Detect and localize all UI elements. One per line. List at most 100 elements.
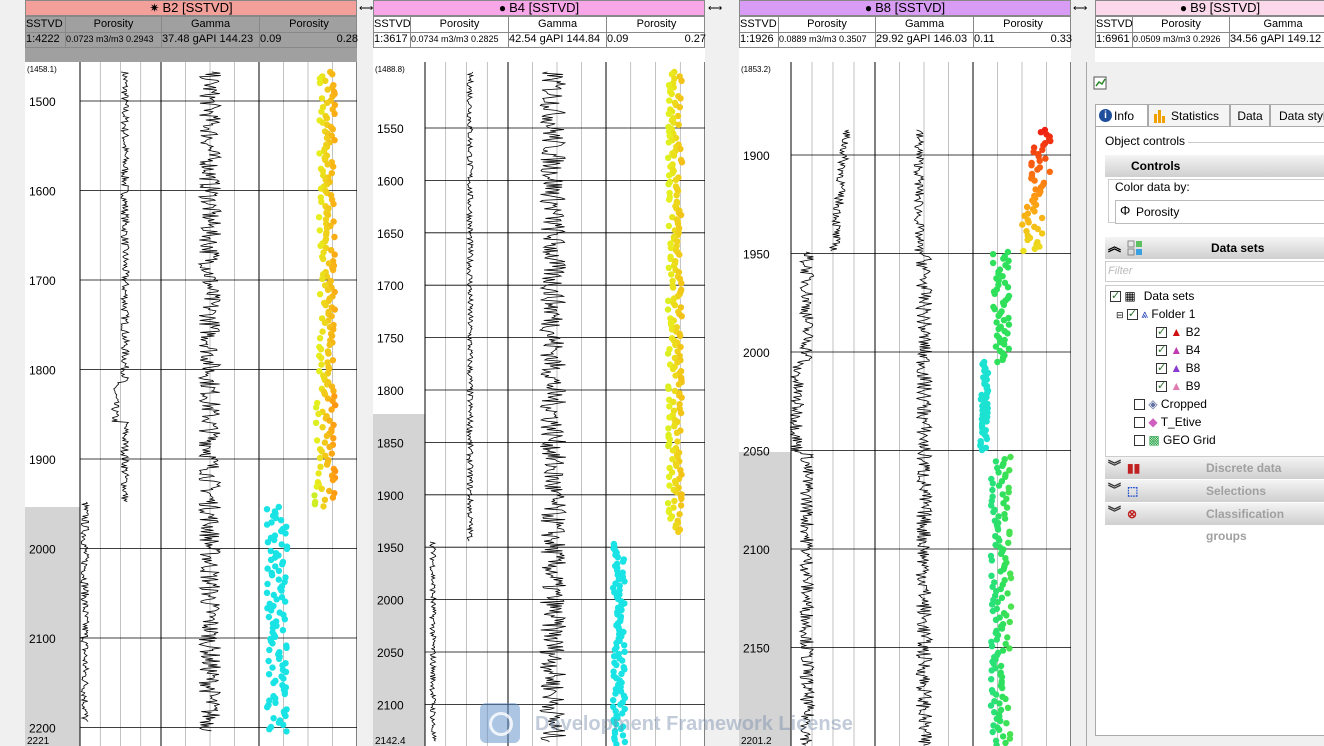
depth-label: 2050: [377, 646, 404, 660]
col-gamma[interactable]: Gamma: [162, 17, 260, 32]
checkbox[interactable]: [1134, 399, 1145, 411]
log-tracks-b2[interactable]: 1500 1600 1700 1800 1900 2000 2100 2200 (1458.1)…: [25, 62, 357, 746]
porosity-point: [315, 410, 322, 418]
col-porosity-cross[interactable]: Porosity: [260, 17, 358, 32]
porosity-point: [329, 126, 336, 133]
panel-pin-icon[interactable]: [1093, 76, 1107, 90]
discrete-data-section-header[interactable]: ︾ ▮▮ Discrete data: [1105, 457, 1324, 479]
expand-down-icon[interactable]: ︾: [1108, 479, 1121, 501]
checkbox[interactable]: [1156, 379, 1167, 393]
well-title-b4[interactable]: ● B4 [SSTVD]: [373, 0, 705, 16]
well-title-b2[interactable]: ✷ B2 [SSTVD]: [25, 0, 357, 16]
filter-input[interactable]: Filter: [1105, 261, 1324, 282]
collapse-up-icon[interactable]: ︽: [1108, 236, 1121, 258]
controls-section-header[interactable]: Controls: [1105, 155, 1324, 177]
tree-root-data-sets[interactable]: ▦ Data sets: [1110, 289, 1194, 303]
checkbox[interactable]: [1156, 343, 1167, 357]
col-gamma[interactable]: Gamma: [1230, 17, 1324, 32]
porosity-point: [324, 161, 331, 168]
col-porosity-cross[interactable]: Porosity: [607, 17, 706, 32]
porosity-point: [677, 409, 685, 417]
log-plot-b8[interactable]: 190019502000205021002150(1853.2)2201.2: [739, 62, 1071, 746]
well-title-b8[interactable]: ● B8 [SSTVD]: [739, 0, 1071, 16]
expand-down-icon[interactable]: ︾: [1108, 456, 1121, 478]
porosity-point: [330, 200, 337, 208]
porosity-point: [278, 587, 285, 594]
tab-data-style[interactable]: Data style: [1270, 104, 1324, 126]
tree-t-etive[interactable]: ◆ T_Etive: [1134, 415, 1201, 429]
checkbox[interactable]: [1134, 417, 1145, 429]
col-porosity[interactable]: Porosity: [779, 17, 876, 32]
tree-well-b2[interactable]: ▲ B2: [1156, 325, 1200, 339]
col-porosity[interactable]: Porosity: [411, 17, 509, 32]
well-connector[interactable]: ⟷: [708, 3, 722, 14]
porosity-point: [1005, 321, 1013, 328]
checkbox[interactable]: [1156, 325, 1167, 339]
porosity-point: [997, 662, 1005, 670]
col-sstvd[interactable]: SSTVD: [374, 17, 411, 32]
checkbox[interactable]: [1126, 307, 1138, 321]
classification-icon: ⊗: [1127, 507, 1138, 521]
tree-well-b9[interactable]: ▲ B9: [1156, 379, 1200, 393]
porosity-point: [678, 159, 686, 166]
porosity-point: [326, 443, 333, 451]
tree-geo-grid[interactable]: ▩ GEO Grid: [1134, 433, 1216, 447]
datasets-section-header[interactable]: ︽ Data sets: [1105, 237, 1324, 259]
porosity-point: [328, 450, 335, 457]
porosity-point: [331, 233, 338, 241]
porosity-point: [1036, 157, 1043, 164]
checkbox[interactable]: [1134, 435, 1145, 447]
porosity-point: [1002, 695, 1009, 703]
porosity-point: [673, 429, 681, 436]
expand-minus-icon[interactable]: ⊟: [1116, 310, 1124, 320]
tree-well-b4[interactable]: ▲ B4: [1156, 343, 1200, 357]
porosity-point: [993, 691, 1000, 698]
col-gamma[interactable]: Gamma: [509, 17, 607, 32]
porosity-point: [1004, 284, 1012, 291]
tree-folder-1[interactable]: ⊟ ⩓ Folder 1: [1116, 307, 1195, 322]
tab-info[interactable]: i Info: [1095, 104, 1148, 126]
well-connector[interactable]: ⟷: [359, 3, 373, 14]
well-title-b9[interactable]: ● B9 [SSTVD]: [1095, 0, 1324, 16]
porosity-point: [323, 461, 331, 468]
tab-statistics[interactable]: Statistics: [1148, 104, 1230, 126]
log-tracks-b8[interactable]: 1900 1950 2000 2050 2100 2150 (1853.2) 2201.2: [739, 62, 1071, 746]
well-title-text: B8 [SSTVD]: [875, 0, 946, 15]
porosity-point: [319, 328, 326, 335]
tree-cropped[interactable]: ◈ Cropped: [1134, 397, 1207, 411]
col-porosity[interactable]: Porosity: [1133, 17, 1230, 32]
porosity-point: [665, 473, 673, 480]
selections-section-header[interactable]: ︾ ⬚ Selections: [1105, 480, 1324, 502]
color-by-select[interactable]: Φ Porosity: [1115, 200, 1324, 224]
col-sstvd[interactable]: SSTVD: [26, 17, 66, 32]
col-porosity-cross[interactable]: Porosity: [974, 17, 1072, 32]
tree-well-b8[interactable]: ▲ B8: [1156, 361, 1200, 375]
tab-data[interactable]: Data: [1230, 104, 1270, 126]
tab-label: Data: [1237, 109, 1263, 123]
col-gamma[interactable]: Gamma: [876, 17, 974, 32]
classification-groups-section-header[interactable]: ︾ ⊗ Classification groups: [1105, 502, 1324, 543]
porosity-point: [619, 558, 627, 565]
dot-marker-icon: ●: [1179, 1, 1188, 15]
well-icon: ▲: [1170, 361, 1183, 375]
log-tracks-b4[interactable]: 1550 1600 1650 1700 1750 1800 1850 1900 1950 2000…: [373, 62, 705, 746]
top-depth-label: (1458.1): [27, 65, 57, 74]
well-title-text: B2 [SSTVD]: [162, 0, 233, 15]
porosity-point: [269, 640, 276, 647]
checkbox[interactable]: [1156, 361, 1167, 375]
surface-icon: ◆: [1148, 415, 1158, 429]
porosity-point: [269, 664, 276, 671]
col-sstvd[interactable]: SSTVD: [1096, 17, 1133, 32]
color-by-value: Porosity: [1136, 205, 1180, 219]
porosity-point: [994, 599, 1001, 606]
col-sstvd[interactable]: SSTVD: [740, 17, 779, 32]
porosity-range: 0.0723 m3/m3 0.2943: [66, 32, 162, 47]
log-plot-b4[interactable]: 1550 1600 1650 1700 1750 1800 1850 1900 1950 2000…: [373, 62, 705, 746]
log-plot-b2[interactable]: 1500 1600 1700 1800 1900 2000 2100 2200 (1458.1)…: [25, 62, 357, 746]
checkbox[interactable]: [1110, 289, 1121, 303]
porosity-point: [271, 536, 278, 544]
well-connector[interactable]: ⟷: [1073, 3, 1087, 14]
col-porosity[interactable]: Porosity: [66, 17, 162, 32]
expand-down-icon[interactable]: ︾: [1108, 502, 1121, 524]
header-row-names: SSTVD Porosity Gamma Porosity: [740, 17, 1070, 33]
